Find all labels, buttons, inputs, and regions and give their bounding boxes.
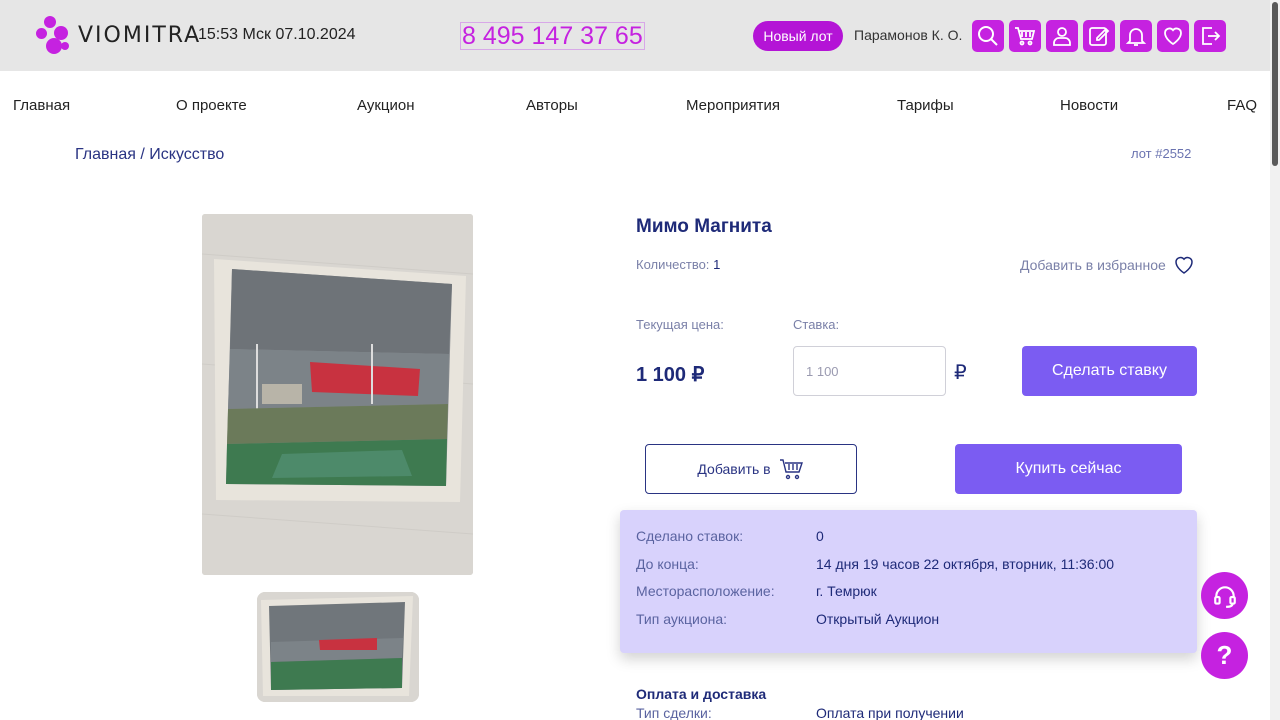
- deal-type-value: Оплата при получении: [816, 705, 964, 720]
- info-value: г. Темрюк: [816, 583, 877, 599]
- logout-icon[interactable]: [1194, 20, 1226, 52]
- bid-input[interactable]: [793, 346, 946, 396]
- logo-mark-icon: [36, 16, 70, 54]
- heart-outline-icon: [1175, 256, 1193, 274]
- info-value: 0: [816, 528, 824, 544]
- add-to-cart-button[interactable]: Добавить в: [645, 444, 857, 494]
- nav-item-faq[interactable]: FAQ: [1227, 97, 1257, 114]
- new-lot-button[interactable]: Новый лот: [753, 21, 843, 51]
- bell-icon[interactable]: [1120, 20, 1152, 52]
- nav-item-tariffs[interactable]: Тарифы: [897, 97, 954, 114]
- deal-type-label: Тип сделки:: [636, 705, 712, 720]
- quantity: Количество: 1: [636, 257, 720, 272]
- help-button[interactable]: ?: [1201, 632, 1248, 679]
- nav-item-home[interactable]: Главная: [13, 97, 70, 114]
- lot-thumbnail[interactable]: [257, 592, 419, 702]
- info-key: Сделано ставок:: [636, 528, 744, 544]
- nav-item-authors[interactable]: Авторы: [526, 97, 578, 114]
- currency-symbol: ₽: [954, 362, 967, 384]
- current-price: 1 100 ₽: [636, 364, 705, 386]
- nav-item-news[interactable]: Новости: [1060, 97, 1118, 114]
- info-value: 14 дня 19 часов 22 октября, вторник, 11:…: [816, 556, 1115, 572]
- nav-item-events[interactable]: Мероприятия: [686, 97, 780, 114]
- bid-label: Ставка:: [793, 317, 840, 332]
- nav-item-auction[interactable]: Аукцион: [357, 97, 415, 114]
- nav-item-about[interactable]: О проекте: [176, 97, 247, 114]
- user-icon[interactable]: [1046, 20, 1078, 52]
- breadcrumb: Главная / Искусство: [75, 146, 224, 164]
- cart-outline-icon: [779, 459, 803, 480]
- edit-icon[interactable]: [1083, 20, 1115, 52]
- search-icon[interactable]: [972, 20, 1004, 52]
- header-icon-bar: [972, 20, 1226, 52]
- support-button[interactable]: [1201, 572, 1248, 619]
- logo[interactable]: VIOMITRA: [36, 16, 201, 54]
- page-scrollbar[interactable]: [1270, 0, 1280, 720]
- info-value: Открытый Аукцион: [816, 611, 940, 627]
- scrollbar-thumb[interactable]: [1272, 2, 1278, 166]
- header: VIOMITRA 15:53 Мск 07.10.2024 8 495 147 …: [0, 0, 1280, 71]
- cart-icon[interactable]: [1009, 20, 1041, 52]
- user-name[interactable]: Парамонов К. О.: [854, 27, 962, 43]
- info-key: Тип аукциона:: [636, 611, 728, 627]
- lot-number: лот #2552: [1131, 146, 1192, 161]
- headset-icon: [1213, 585, 1236, 608]
- logo-text: VIOMITRA: [78, 22, 202, 48]
- question-mark-icon: ?: [1216, 640, 1233, 670]
- quantity-value: 1: [713, 257, 721, 272]
- place-bid-button[interactable]: Сделать ставку: [1022, 346, 1197, 396]
- heart-icon[interactable]: [1157, 20, 1189, 52]
- add-to-favorites-label: Добавить в избранное: [1020, 257, 1166, 273]
- quantity-label: Количество:: [636, 257, 710, 272]
- breadcrumb-separator: /: [140, 146, 145, 163]
- lot-title: Мимо Магнита: [636, 216, 772, 237]
- phone-number[interactable]: 8 495 147 37 65: [460, 22, 645, 50]
- breadcrumb-current[interactable]: Искусство: [149, 146, 224, 163]
- info-key: До конца:: [636, 556, 699, 572]
- clock: 15:53 Мск 07.10.2024: [198, 26, 356, 43]
- auction-info-box: Сделано ставок: 0 До конца: 14 дня 19 ча…: [620, 510, 1197, 653]
- add-to-cart-label: Добавить в: [697, 461, 771, 477]
- main-nav: Главная О проекте Аукцион Авторы Меропри…: [0, 97, 1280, 117]
- current-price-label: Текущая цена:: [636, 317, 724, 332]
- buy-now-button[interactable]: Купить сейчас: [955, 444, 1182, 494]
- lot-main-photo[interactable]: [202, 214, 473, 575]
- breadcrumb-home[interactable]: Главная: [75, 146, 136, 163]
- add-to-favorites[interactable]: Добавить в избранное: [1020, 253, 1196, 277]
- info-key: Месторасположение:: [636, 583, 775, 599]
- payment-title: Оплата и доставка: [636, 686, 767, 702]
